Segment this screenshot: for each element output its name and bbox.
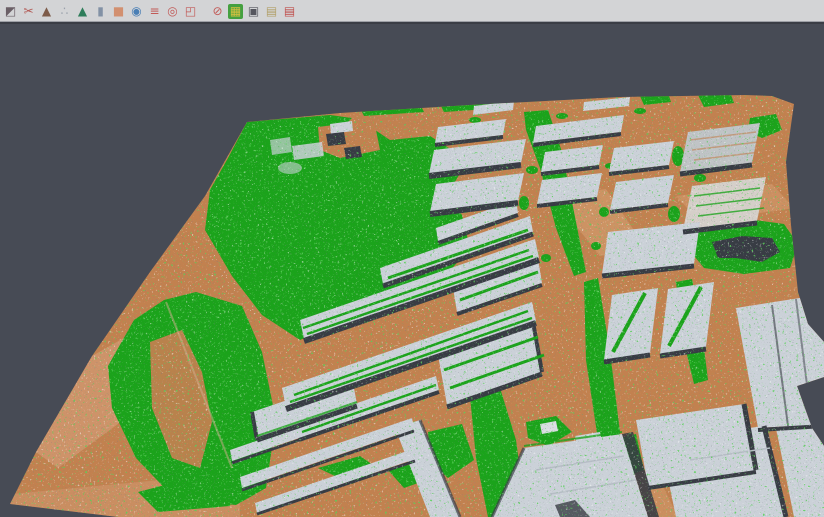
- open-file-icon[interactable]: ◩: [3, 4, 18, 19]
- globe-view-icon[interactable]: ◉: [129, 4, 144, 19]
- flag-marker-icon[interactable]: ▤: [282, 4, 297, 19]
- toolbar: ◩✂▲∴▲▮■◉≡◎◰⊘▦▣▤▤: [0, 0, 824, 24]
- point-cloud-render: [0, 0, 824, 517]
- cut-tool-icon[interactable]: ✂: [21, 4, 36, 19]
- classification-colors-icon[interactable]: ▦: [228, 4, 243, 19]
- terrain-brown-icon[interactable]: ▲: [39, 4, 54, 19]
- area-selection-icon[interactable]: ■: [111, 4, 126, 19]
- crop-region-icon[interactable]: ◰: [183, 4, 198, 19]
- document-tan-icon[interactable]: ▤: [264, 4, 279, 19]
- app-window: ◩✂▲∴▲▮■◉≡◎◰⊘▦▣▤▤: [0, 0, 824, 517]
- terrain-green-icon[interactable]: ▲: [75, 4, 90, 19]
- profile-view-icon[interactable]: ▮: [93, 4, 108, 19]
- point-set-icon[interactable]: ∴: [57, 4, 72, 19]
- target-tool-icon[interactable]: ◎: [165, 4, 180, 19]
- camera-capture-icon[interactable]: ▣: [246, 4, 261, 19]
- list-view-icon[interactable]: ≡: [147, 4, 162, 19]
- deselect-region-icon[interactable]: ⊘: [210, 4, 225, 19]
- viewport-3d[interactable]: [0, 0, 824, 517]
